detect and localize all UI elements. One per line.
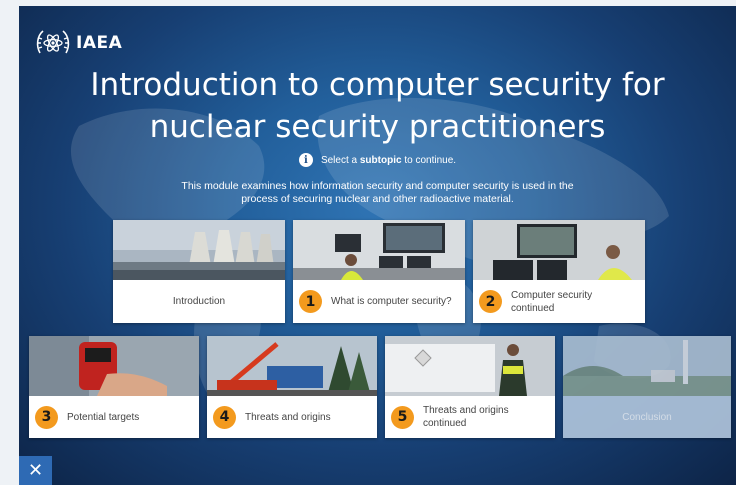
module-screen: IAEA Introduction to computer security f… xyxy=(19,6,736,485)
module-description: This module examines how information sec… xyxy=(181,180,574,205)
subtopic-label: Threats and origins continued xyxy=(423,405,509,429)
title-line-2: nuclear security practitioners xyxy=(149,109,606,145)
control-room-image xyxy=(293,220,465,280)
subtopic-caption: 1 What is computer security? xyxy=(293,280,465,323)
subtopic-label: Potential targets xyxy=(67,411,140,423)
subtopic-caption: 4 Threats and origins xyxy=(207,396,377,438)
subtopic-label: Conclusion xyxy=(622,411,672,423)
number-badge: 3 xyxy=(35,405,58,429)
subtopic-caption: Introduction xyxy=(113,280,285,323)
handheld-device-image xyxy=(29,336,199,396)
atom-olive-icon xyxy=(36,30,70,54)
hint-bold: subtopic xyxy=(359,154,402,166)
iaea-logo: IAEA xyxy=(35,28,122,58)
landscape-image xyxy=(563,336,731,396)
number-badge: 4 xyxy=(213,405,236,429)
hint-suffix: to continue. xyxy=(404,154,457,166)
subtopic-label: What is computer security? xyxy=(331,296,452,307)
subtopic-card-1[interactable]: 1 What is computer security? xyxy=(293,220,465,323)
logo-text: IAEA xyxy=(76,33,123,53)
number-badge: 2 xyxy=(479,290,502,313)
subtopic-caption: Conclusion xyxy=(563,396,731,438)
subtopic-caption: 5 Threats and origins continued xyxy=(385,396,555,438)
hint-prefix: Select a xyxy=(320,154,358,166)
close-button[interactable]: ✕ xyxy=(19,456,52,485)
page-title: Introduction to computer security for nu… xyxy=(19,64,736,148)
subtopic-label: Introduction xyxy=(172,296,226,307)
number-badge: 5 xyxy=(391,405,414,429)
subtopic-card-conclusion[interactable]: Conclusion xyxy=(563,336,731,438)
subtopic-caption: 3 Potential targets xyxy=(29,396,199,438)
subtopic-card-3[interactable]: 3 Potential targets xyxy=(29,336,199,438)
subtopic-caption: 2 Computer security continued xyxy=(473,280,645,323)
instruction-hint: i Select a subtopic to continue. xyxy=(19,153,736,167)
van-inspection-image xyxy=(385,336,555,396)
subtopic-card-introduction[interactable]: Introduction xyxy=(113,220,285,323)
subtopic-card-5[interactable]: 5 Threats and origins continued xyxy=(385,336,555,438)
number-badge: 1 xyxy=(299,290,322,313)
title-line-1: Introduction to computer security for xyxy=(90,67,665,103)
cooling-towers-image xyxy=(113,220,285,280)
crane-truck-image xyxy=(207,336,377,396)
subtopic-label: Threats and origins xyxy=(245,411,331,423)
subtopic-label: Computer security continued xyxy=(511,289,593,314)
info-icon: i xyxy=(298,153,313,167)
monitoring-screens-image xyxy=(473,220,645,280)
subtopic-card-2[interactable]: 2 Computer security continued xyxy=(473,220,645,323)
subtopic-card-4[interactable]: 4 Threats and origins xyxy=(207,336,377,438)
